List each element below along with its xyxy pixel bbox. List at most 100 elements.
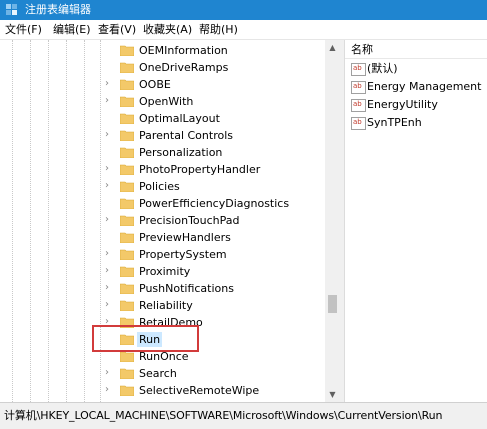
tree-item[interactable]: PowerEfficiencyDiagnostics xyxy=(0,195,325,212)
tree-item[interactable]: Run xyxy=(0,331,325,348)
folder-icon xyxy=(120,79,134,90)
folder-icon xyxy=(120,147,134,158)
folder-icon xyxy=(120,249,134,260)
tree-item[interactable]: › RetailDemo xyxy=(0,314,325,331)
folder-icon xyxy=(120,113,134,124)
status-bar: 计算机\HKEY_LOCAL_MACHINE\SOFTWARE\Microsof… xyxy=(0,402,487,429)
tree-item-label: Run xyxy=(137,332,163,347)
tree-item-label: PropertySystem xyxy=(139,248,227,261)
tree-item-label: PushNotifications xyxy=(139,282,234,295)
tree-item-label: OpenWith xyxy=(139,95,194,108)
string-value-icon: ab xyxy=(351,81,366,94)
tree-item[interactable]: › OpenWith xyxy=(0,93,325,110)
chevron-right-icon[interactable]: › xyxy=(105,266,115,276)
tree-item-label: RetailDemo xyxy=(139,316,203,329)
value-name: Energy Management xyxy=(367,80,482,93)
chevron-right-icon[interactable]: › xyxy=(105,181,115,191)
value-row[interactable]: ab SynTPEnh xyxy=(345,114,487,131)
values-pane[interactable]: 名称 ab (默认) ab Energy Management ab EnergyUtil… xyxy=(345,40,487,402)
tree-item[interactable]: › PropertySystem xyxy=(0,246,325,263)
tree-item[interactable]: › Reliability xyxy=(0,297,325,314)
tree-item[interactable]: Personalization xyxy=(0,144,325,161)
tree-item-label: PhotoPropertyHandler xyxy=(139,163,261,176)
folder-icon xyxy=(120,385,134,396)
chevron-right-icon[interactable]: › xyxy=(105,283,115,293)
tree-item[interactable]: › Parental Controls xyxy=(0,127,325,144)
tree-item[interactable]: › PhotoPropertyHandler xyxy=(0,161,325,178)
folder-icon xyxy=(120,96,134,107)
tree-item[interactable]: › Policies xyxy=(0,178,325,195)
tree-item-label: RunOnce xyxy=(139,350,189,363)
chevron-right-icon[interactable]: › xyxy=(105,249,115,259)
tree-item[interactable]: PreviewHandlers xyxy=(0,229,325,246)
folder-icon xyxy=(120,351,134,362)
folder-icon xyxy=(120,130,134,141)
column-header-label: 名称 xyxy=(351,43,373,56)
tree-item[interactable]: OEMInformation xyxy=(0,42,325,59)
folder-icon xyxy=(120,334,134,345)
string-value-icon: ab xyxy=(351,63,366,76)
chevron-right-icon[interactable]: › xyxy=(105,300,115,310)
registry-editor-icon xyxy=(6,4,17,15)
menu-bar: 文件(F) 编辑(E) 查看(V) 收藏夹(A) 帮助(H) xyxy=(0,20,487,40)
menu-favorites[interactable]: 收藏夹(A) xyxy=(143,23,192,37)
tree-item-label: Personalization xyxy=(139,146,223,159)
chevron-right-icon[interactable]: › xyxy=(105,130,115,140)
tree-item-label: Parental Controls xyxy=(139,129,233,142)
scroll-down-icon[interactable]: ▼ xyxy=(325,387,340,402)
menu-help[interactable]: 帮助(H) xyxy=(199,23,238,37)
value-row[interactable]: ab (默认) xyxy=(345,60,487,77)
tree-item-label: OOBE xyxy=(139,78,171,91)
value-row[interactable]: ab Energy Management xyxy=(345,78,487,95)
tree-item[interactable]: OneDriveRamps xyxy=(0,59,325,76)
value-row[interactable]: ab EnergyUtility xyxy=(345,96,487,113)
string-value-icon-glyph: ab xyxy=(353,100,362,108)
title-bar: 注册表编辑器 xyxy=(0,0,487,20)
menu-file[interactable]: 文件(F) xyxy=(5,23,42,37)
tree-item-label: OEMInformation xyxy=(139,44,228,57)
folder-icon xyxy=(120,215,134,226)
tree-item-label: PrecisionTouchPad xyxy=(139,214,240,227)
string-value-icon: ab xyxy=(351,99,366,112)
tree-item[interactable]: › PushNotifications xyxy=(0,280,325,297)
chevron-right-icon[interactable]: › xyxy=(105,368,115,378)
chevron-right-icon[interactable]: › xyxy=(105,164,115,174)
tree-scrollbar[interactable]: ▲ ▼ xyxy=(325,40,340,402)
scroll-thumb[interactable] xyxy=(328,295,337,313)
tree-item[interactable]: › Proximity xyxy=(0,263,325,280)
menu-view[interactable]: 查看(V) xyxy=(98,23,136,37)
folder-icon xyxy=(120,300,134,311)
chevron-right-icon[interactable]: › xyxy=(105,215,115,225)
chevron-right-icon[interactable]: › xyxy=(105,96,115,106)
chevron-right-icon[interactable]: › xyxy=(105,385,115,395)
value-name: SynTPEnh xyxy=(367,116,422,129)
window-title: 注册表编辑器 xyxy=(25,3,91,16)
column-header-name[interactable]: 名称 xyxy=(345,40,487,59)
tree-item[interactable]: OptimalLayout xyxy=(0,110,325,127)
tree-item[interactable]: › SelectiveRemoteWipe xyxy=(0,382,325,399)
folder-icon xyxy=(120,232,134,243)
folder-icon xyxy=(120,164,134,175)
folder-icon xyxy=(120,45,134,56)
chevron-right-icon[interactable]: › xyxy=(105,317,115,327)
tree-item[interactable]: › OOBE xyxy=(0,76,325,93)
folder-icon xyxy=(120,181,134,192)
tree-item[interactable]: › PrecisionTouchPad xyxy=(0,212,325,229)
tree-item-label: SelectiveRemoteWipe xyxy=(139,384,260,397)
key-tree[interactable]: OEMInformation OneDriveRamps › OOBE › OpenWit… xyxy=(0,40,340,402)
tree-item-label: PowerEfficiencyDiagnostics xyxy=(139,197,290,210)
value-name: EnergyUtility xyxy=(367,98,438,111)
tree-item-label: Policies xyxy=(139,180,180,193)
string-value-icon-glyph: ab xyxy=(353,82,362,90)
tree-item-label: PreviewHandlers xyxy=(139,231,231,244)
string-value-icon: ab xyxy=(351,117,366,130)
tree-item-label: Search xyxy=(139,367,177,380)
folder-icon xyxy=(120,62,134,73)
tree-item[interactable]: RunOnce xyxy=(0,348,325,365)
tree-item[interactable]: › Search xyxy=(0,365,325,382)
chevron-right-icon[interactable]: › xyxy=(105,79,115,89)
folder-icon xyxy=(120,266,134,277)
menu-edit[interactable]: 编辑(E) xyxy=(53,23,91,37)
tree-item-label: OneDriveRamps xyxy=(139,61,229,74)
scroll-up-icon[interactable]: ▲ xyxy=(325,40,340,55)
